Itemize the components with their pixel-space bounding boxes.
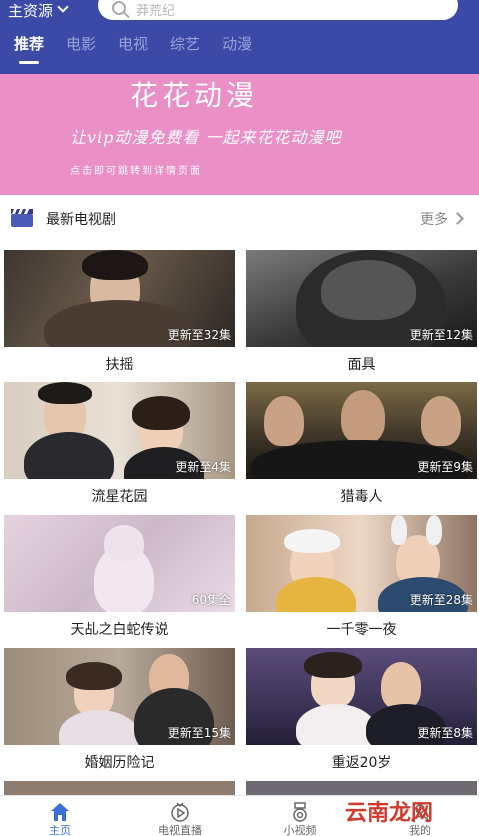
drama-title[interactable]: 流星花园 <box>4 486 235 506</box>
search-bar[interactable]: 莽荒纪 <box>98 0 458 20</box>
drama-card[interactable]: 更新至12集 面具 <box>246 250 477 378</box>
promo-banner[interactable]: 花花动漫 让vip动漫免费看 一起来花花动漫吧 点击即可跳转到详情页面 <box>0 74 479 195</box>
source-label: 主资源 <box>8 1 54 20</box>
drama-card[interactable]: 更新至32集 扶摇 <box>4 250 235 378</box>
drama-thumbnail[interactable]: 更新至32集 <box>4 250 235 347</box>
drama-title[interactable]: 面具 <box>246 354 477 374</box>
drama-card[interactable]: 更新至15集 婚姻历险记 <box>4 648 235 776</box>
episode-badge: 更新至15集 <box>167 726 231 740</box>
drama-title[interactable]: 扶摇 <box>4 354 235 374</box>
banner-hint: 点击即可跳转到详情页面 <box>70 166 202 177</box>
more-link[interactable]: 更多 <box>420 209 448 229</box>
drama-thumbnail[interactable]: 更新至15集 <box>4 648 235 745</box>
episode-badge: 更新至8集 <box>417 726 473 740</box>
episode-badge: 更新至9集 <box>417 460 473 474</box>
banner-title: 花花动漫 <box>130 79 259 112</box>
search-input[interactable]: 莽荒纪 <box>136 0 175 19</box>
tab-anime[interactable]: 动漫 <box>222 30 252 60</box>
drama-card[interactable]: 更新至9集 猎毒人 <box>246 382 477 510</box>
tab-movie[interactable]: 电影 <box>66 30 96 60</box>
chevron-right-icon[interactable] <box>451 212 464 225</box>
watermark: 云南龙网 <box>345 801 434 826</box>
nav-label: 主页 <box>49 824 71 836</box>
episode-badge: 更新至32集 <box>167 328 231 342</box>
drama-card[interactable]: 更新至28集 一千零一夜 <box>246 515 477 643</box>
drama-title[interactable]: 婚姻历险记 <box>4 752 235 772</box>
episode-badge: 更新至12集 <box>409 328 473 342</box>
drama-thumbnail[interactable]: 更新至8集 <box>246 648 477 745</box>
clapperboard-icon <box>11 209 33 227</box>
tab-variety[interactable]: 综艺 <box>170 30 200 60</box>
nav-label: 电视直播 <box>158 824 202 836</box>
drama-thumbnail-partial[interactable] <box>4 781 235 795</box>
short-video-icon <box>293 802 307 822</box>
category-tabs: 推荐 电影 电视 综艺 动漫 <box>0 30 260 64</box>
drama-title[interactable]: 天乩之白蛇传说 <box>4 619 235 639</box>
drama-thumbnail[interactable]: 60集全 <box>4 515 235 612</box>
episode-badge: 更新至4集 <box>175 460 231 474</box>
nav-short-video[interactable]: 小视频 <box>240 796 360 836</box>
drama-card[interactable]: 更新至8集 重返20岁 <box>246 648 477 776</box>
drama-card[interactable]: 60集全 天乩之白蛇传说 <box>4 515 235 643</box>
home-icon <box>51 803 69 821</box>
chevron-down-icon <box>57 1 69 13</box>
nav-tv-live[interactable]: 电视直播 <box>120 796 240 836</box>
nav-home[interactable]: 主页 <box>0 796 120 836</box>
drama-title[interactable]: 一千零一夜 <box>246 619 477 639</box>
drama-card[interactable]: 更新至4集 流星花园 <box>4 382 235 510</box>
search-icon <box>112 1 126 15</box>
banner-subtitle: 让vip动漫免费看 一起来花花动漫吧 <box>70 128 342 147</box>
drama-thumbnail[interactable]: 更新至28集 <box>246 515 477 612</box>
tv-live-icon <box>171 802 189 822</box>
top-bar: 主资源 莽荒纪 推荐 电影 电视 综艺 动漫 <box>0 0 479 74</box>
episode-badge: 60集全 <box>191 593 231 607</box>
tab-recommend[interactable]: 推荐 <box>14 30 44 64</box>
nav-label: 小视频 <box>283 824 317 836</box>
drama-thumbnail[interactable]: 更新至12集 <box>246 250 477 347</box>
drama-thumbnail[interactable]: 更新至4集 <box>4 382 235 479</box>
tab-tv[interactable]: 电视 <box>118 30 148 60</box>
drama-thumbnail-partial[interactable] <box>246 781 477 795</box>
source-selector[interactable]: 主资源 <box>8 0 69 20</box>
section-title: 最新电视剧 <box>46 212 116 228</box>
drama-title[interactable]: 猎毒人 <box>246 486 477 506</box>
drama-title[interactable]: 重返20岁 <box>246 752 477 772</box>
episode-badge: 更新至28集 <box>409 593 473 607</box>
drama-thumbnail[interactable]: 更新至9集 <box>246 382 477 479</box>
